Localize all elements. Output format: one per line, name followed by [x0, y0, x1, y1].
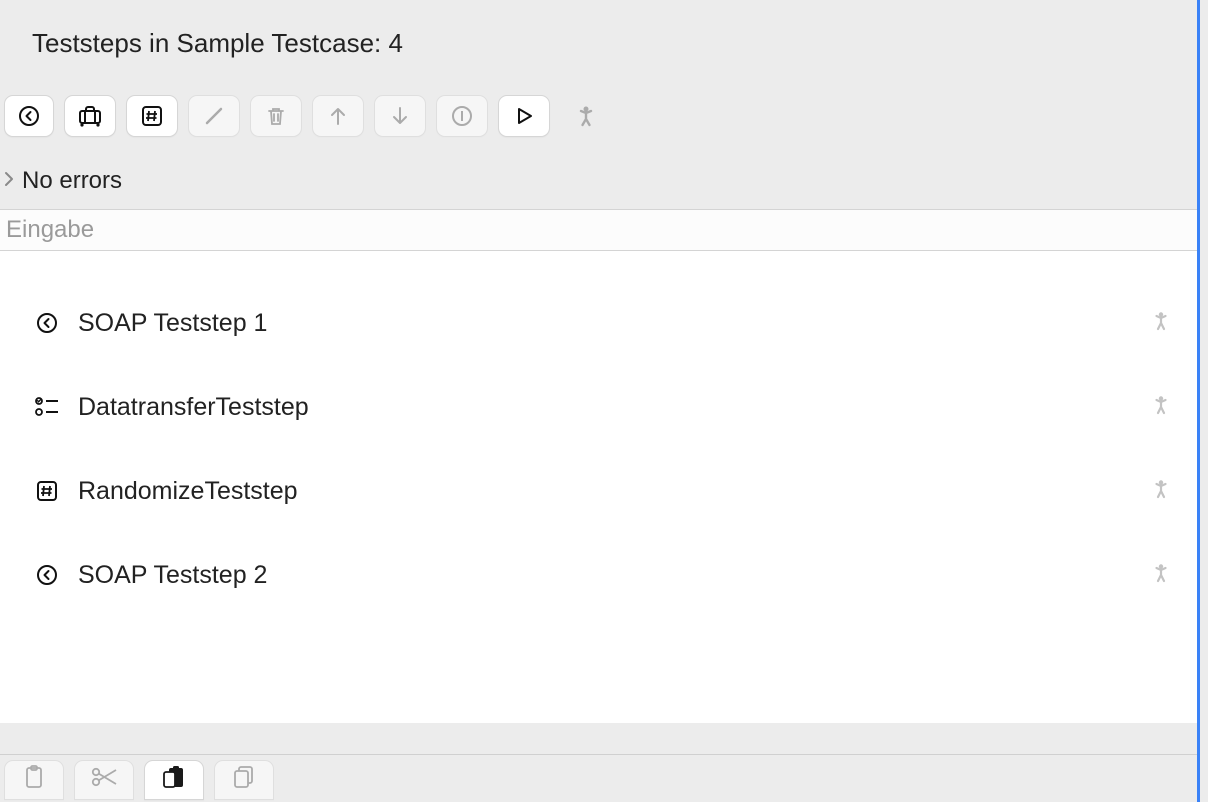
hash-icon — [32, 479, 62, 503]
arrow-down-icon — [389, 105, 411, 127]
list-item-label: DatatransferTeststep — [78, 393, 1153, 422]
copy-icon — [231, 764, 257, 795]
chevron-right-icon — [2, 167, 16, 195]
toolbar — [0, 87, 1197, 149]
soap-circle-left-icon — [17, 104, 41, 128]
suitcase-icon — [77, 104, 103, 128]
filter-input[interactable] — [4, 215, 1197, 245]
transfer-icon — [32, 396, 62, 418]
filter-row — [0, 209, 1197, 251]
clipboard-filled-icon — [161, 763, 187, 796]
list-item[interactable]: RandomizeTeststep — [0, 449, 1197, 533]
list-item-label: SOAP Teststep 1 — [78, 309, 1153, 338]
info-button[interactable] — [436, 95, 488, 137]
soap-request-button[interactable] — [4, 95, 54, 137]
scissors-icon — [90, 766, 118, 793]
teststep-list: SOAP Teststep 1 DatatransferTeststep — [0, 251, 1197, 723]
person-icon — [1153, 311, 1169, 336]
randomize-button[interactable] — [126, 95, 178, 137]
run-button[interactable] — [498, 95, 550, 137]
pencil-icon — [202, 104, 226, 128]
status-row[interactable]: No errors — [0, 149, 1197, 209]
move-up-button[interactable] — [312, 95, 364, 137]
list-item-label: SOAP Teststep 2 — [78, 561, 1153, 590]
list-item[interactable]: DatatransferTeststep — [0, 365, 1197, 449]
teststeps-panel: Teststeps in Sample Testcase: 4 — [0, 0, 1200, 802]
bottom-toolbar — [0, 754, 1197, 802]
edit-button[interactable] — [188, 95, 240, 137]
panel-title: Teststeps in Sample Testcase: 4 — [0, 0, 1197, 87]
delete-button[interactable] — [250, 95, 302, 137]
move-down-button[interactable] — [374, 95, 426, 137]
clipboard-icon — [22, 764, 46, 795]
play-icon — [513, 105, 535, 127]
datatransfer-button[interactable] — [64, 95, 116, 137]
list-item-label: RandomizeTeststep — [78, 477, 1153, 506]
cut-button[interactable] — [74, 760, 134, 800]
soap-icon — [32, 563, 62, 587]
toolbar-person-icon — [560, 95, 612, 137]
clipboard-copy-button[interactable] — [4, 760, 64, 800]
clipboard-active-button[interactable] — [144, 760, 204, 800]
soap-icon — [32, 311, 62, 335]
arrow-up-icon — [327, 105, 349, 127]
person-icon — [1153, 479, 1169, 504]
list-item[interactable]: SOAP Teststep 1 — [0, 281, 1197, 365]
person-icon — [1153, 563, 1169, 588]
person-icon — [1153, 395, 1169, 420]
trash-icon — [264, 104, 288, 128]
list-item[interactable]: SOAP Teststep 2 — [0, 533, 1197, 617]
hash-box-icon — [140, 104, 164, 128]
status-text: No errors — [22, 167, 122, 195]
duplicate-button[interactable] — [214, 760, 274, 800]
info-circle-icon — [450, 104, 474, 128]
